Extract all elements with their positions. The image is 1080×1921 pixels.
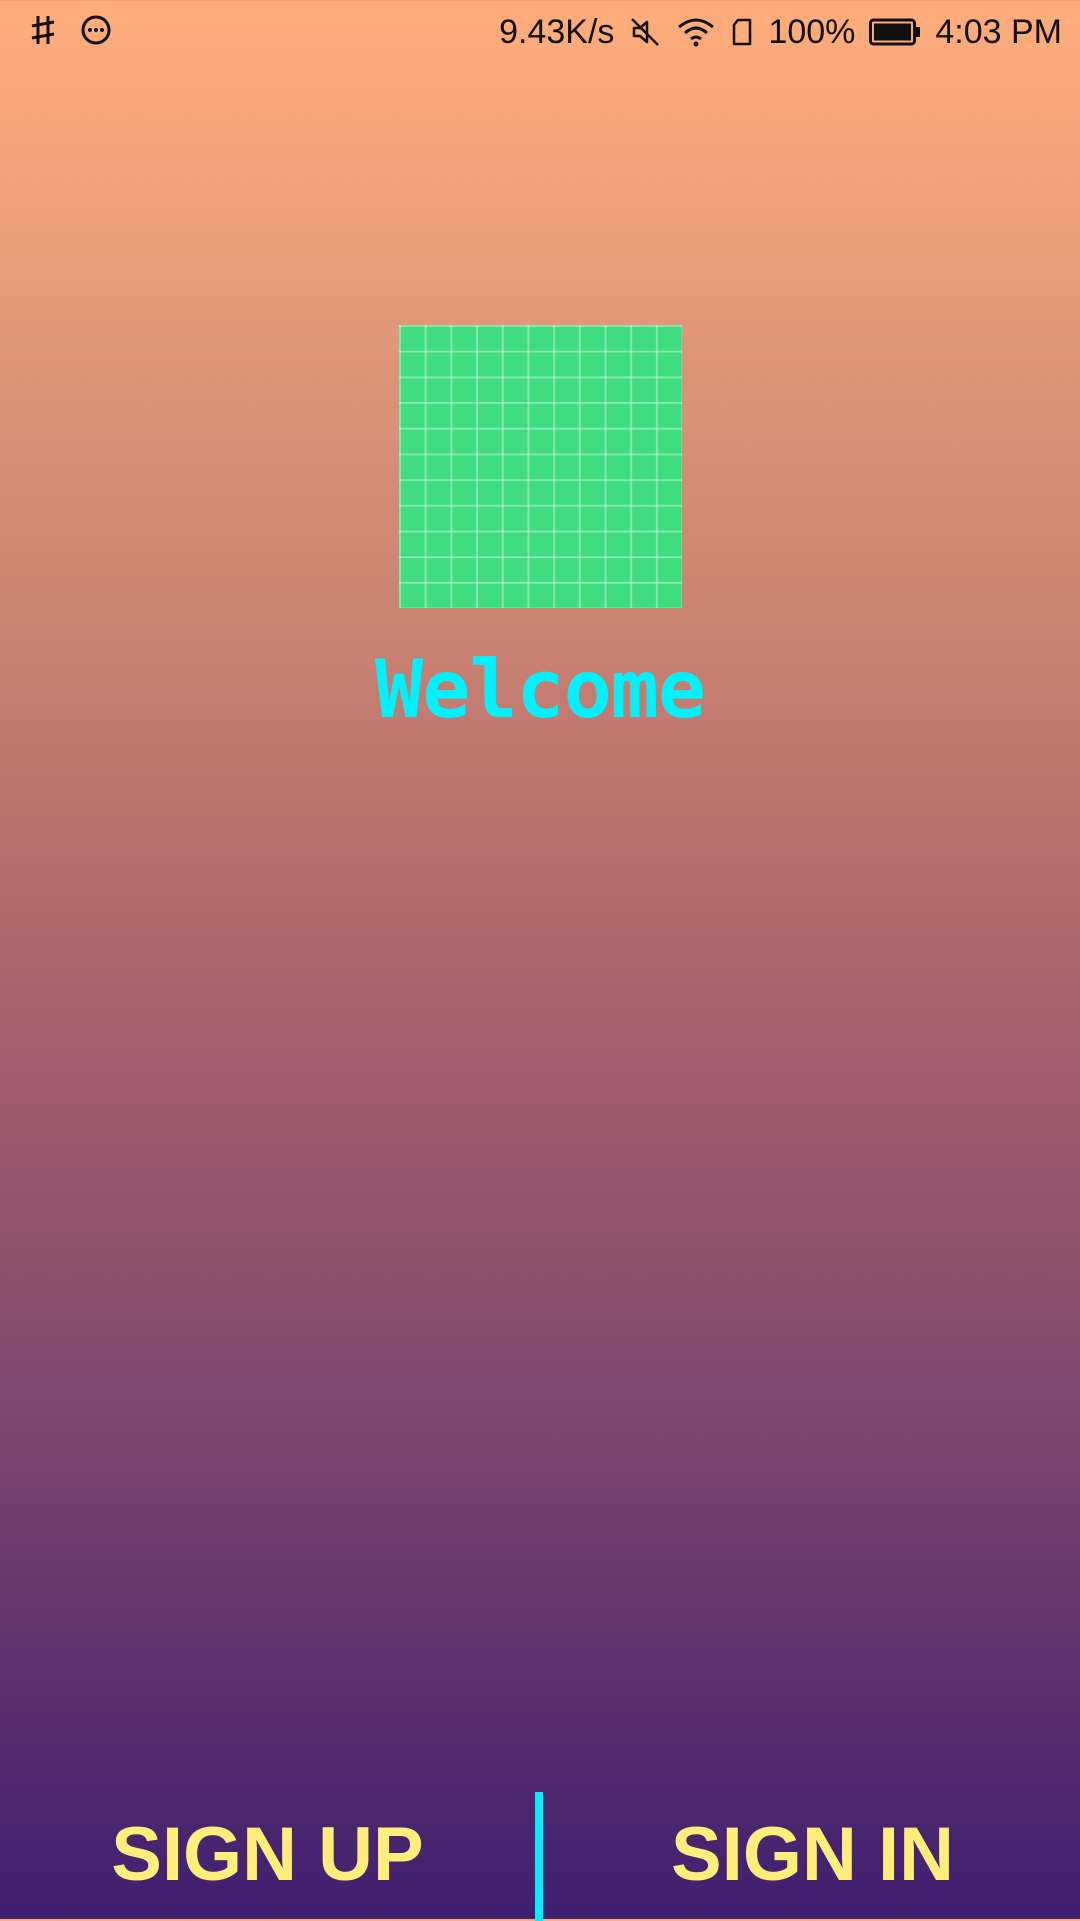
chat-bubble-icon (80, 14, 112, 46)
grid-logo-icon (399, 325, 682, 608)
sign-in-button[interactable]: SIGN IN (545, 1790, 1080, 1919)
battery-percent: 100% (768, 12, 856, 51)
sign-up-button[interactable]: SIGN UP (0, 1790, 535, 1919)
sync-off-icon (28, 12, 58, 48)
battery-full-icon (869, 18, 921, 46)
wifi-icon (676, 15, 716, 49)
network-speed: 9.43K/s (499, 12, 615, 51)
mute-icon (628, 15, 662, 49)
clock: 4:03 PM (935, 12, 1062, 51)
status-bar: 9.43K/s 100% 4:03 PM (0, 0, 1080, 64)
status-right: 9.43K/s 100% 4:03 PM (499, 8, 1062, 56)
button-divider (535, 1792, 543, 1921)
status-left-icons (28, 12, 112, 48)
sim-icon (730, 17, 754, 47)
welcome-heading: Welcome (374, 643, 706, 736)
bottom-action-bar: SIGN UP SIGN IN (0, 1790, 1080, 1921)
